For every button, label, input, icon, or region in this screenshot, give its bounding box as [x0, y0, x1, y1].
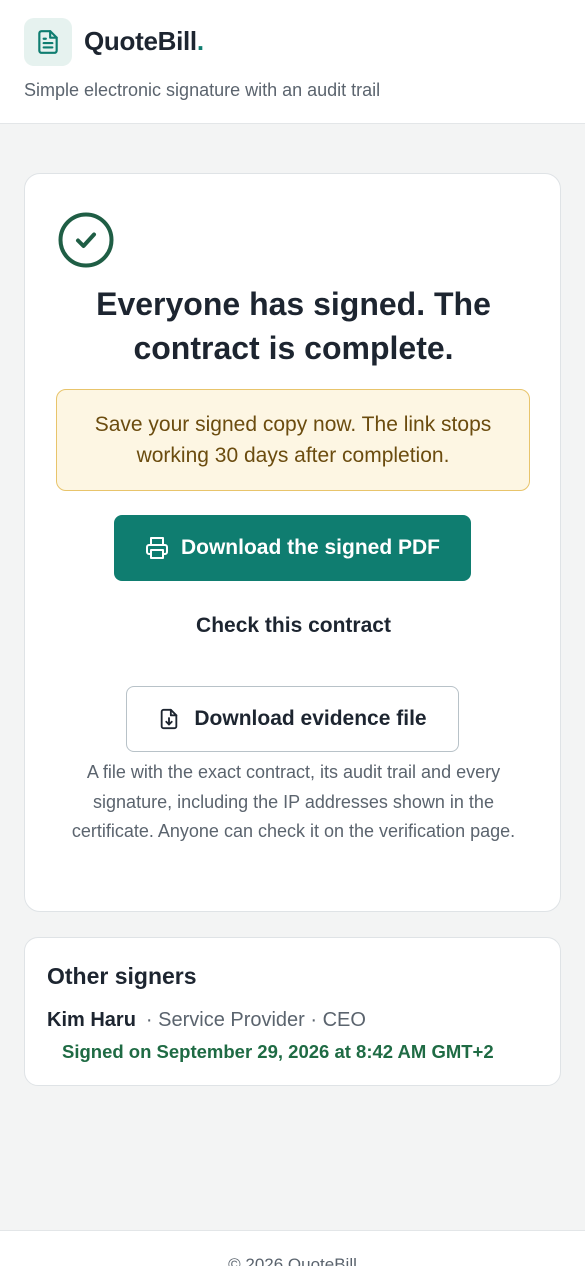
brand-name[interactable]: QuoteBill.	[84, 26, 204, 57]
completion-card: Everyone has signed. The contract is com…	[24, 173, 561, 912]
signer-row: Kim Haru · Service Provider · CEO	[47, 1009, 366, 1032]
check-circle-icon	[58, 212, 114, 268]
file-download-icon	[161, 708, 178, 730]
printer-icon	[145, 537, 168, 559]
logo[interactable]	[24, 18, 72, 66]
brand-dot: .	[196, 26, 204, 56]
signer-signed-on: Signed on September 29, 2026 at 8:42 AM …	[62, 1041, 494, 1062]
completion-heading: Everyone has signed. The contract is com…	[96, 286, 491, 366]
signer-details: · Service Provider · CEO	[145, 1009, 366, 1031]
download-signed-pdf-label: Download the signed PDF	[180, 536, 440, 559]
footer-copyright: © 2026 QuoteBill	[228, 1255, 357, 1266]
download-evidence-button[interactable]: Download evidence file	[126, 686, 459, 752]
evidence-description: A file with the exact contract, its audi…	[71, 762, 516, 841]
signer-name: Kim Haru	[47, 1009, 136, 1031]
footer: © 2026 QuoteBill	[0, 1230, 585, 1266]
document-icon	[38, 30, 58, 54]
save-copy-notice: Save your signed copy now. The link stop…	[56, 389, 530, 491]
app-header: QuoteBill. Simple electronic signature w…	[0, 0, 585, 124]
tagline: Simple electronic signature with an audi…	[24, 80, 381, 100]
download-evidence-label: Download evidence file	[194, 707, 427, 730]
other-signers-title: Other signers	[47, 963, 197, 989]
download-signed-pdf-button[interactable]: Download the signed PDF	[114, 515, 471, 581]
other-signers-card: Other signers Kim Haru · Service Provider…	[24, 937, 561, 1086]
check-contract-link[interactable]: Check this contract	[25, 614, 562, 638]
brand-name-text: QuoteBill	[84, 26, 197, 56]
